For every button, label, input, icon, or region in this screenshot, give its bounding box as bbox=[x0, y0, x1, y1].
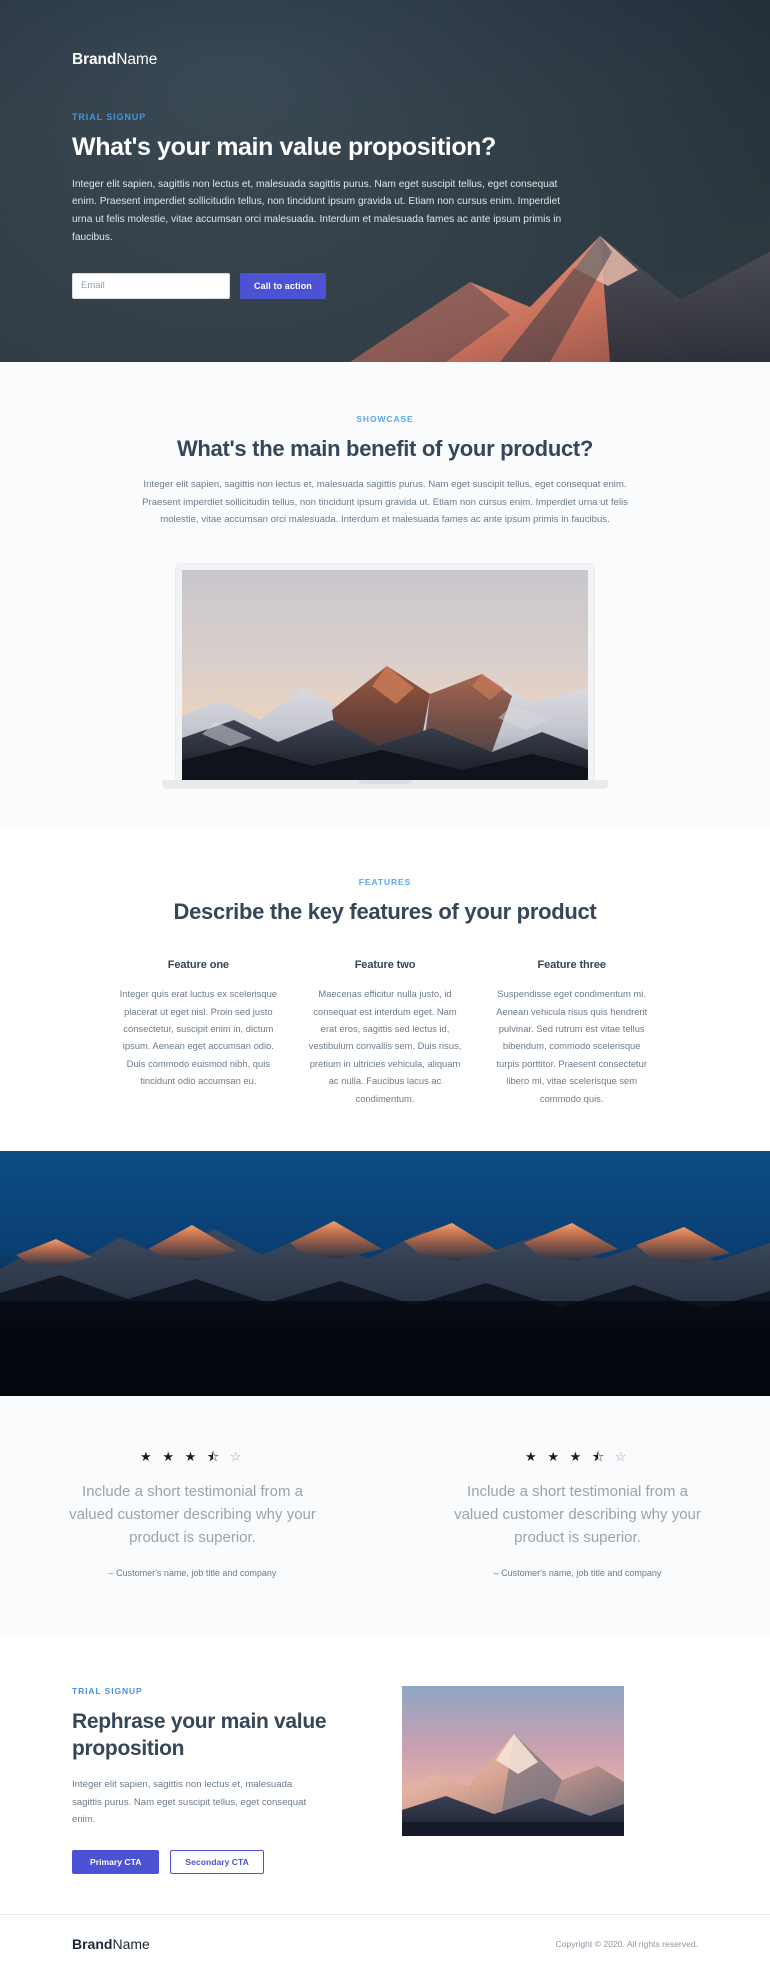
cta-body-text: Integer elit sapien, sagittis non lectus… bbox=[72, 1779, 307, 1825]
testimonial-attribution: – Customer's name, job title and company bbox=[108, 1567, 277, 1578]
cta-text-column: TRIAL SIGNUP Rephrase your main value pr… bbox=[72, 1685, 362, 1875]
page-footer: BrandName Copyright © 2020. All rights r… bbox=[0, 1914, 770, 1977]
feature-body: Maecenas efficitur nulla justo, id conse… bbox=[308, 988, 462, 1104]
copyright-text: Copyright © 2020. All rights reserved. bbox=[555, 1939, 698, 1950]
feature-title: Feature three bbox=[537, 959, 606, 972]
feature-body: Integer quis erat luctus ex scelerisque … bbox=[119, 988, 278, 1087]
footer-brand-light: Name bbox=[112, 1936, 150, 1953]
feature-column-two: Feature two Maecenas efficitur nulla jus… bbox=[292, 959, 479, 1107]
secondary-cta-button[interactable]: Secondary CTA bbox=[170, 1850, 264, 1875]
showcase-eyebrow: SHOWCASE bbox=[356, 414, 414, 424]
feature-column-one: Feature one Integer quis erat luctus ex … bbox=[105, 959, 292, 1107]
cta-mountain-image bbox=[402, 1685, 624, 1836]
footer-brand-logo[interactable]: BrandName bbox=[72, 1937, 150, 1951]
showcase-section: SHOWCASE What's the main benefit of your… bbox=[0, 362, 770, 828]
call-to-action-button[interactable]: Call to action bbox=[240, 272, 326, 299]
laptop-notch bbox=[358, 780, 412, 785]
laptop-screen-image bbox=[182, 570, 588, 781]
testimonial-attribution: – Customer's name, job title and company bbox=[493, 1567, 662, 1578]
hero-eyebrow: TRIAL SIGNUP bbox=[72, 111, 147, 122]
cta-button-group: Primary CTA Secondary CTA bbox=[72, 1850, 362, 1875]
primary-cta-button[interactable]: Primary CTA bbox=[72, 1850, 160, 1875]
hero-signup-form: Call to action bbox=[72, 272, 698, 299]
feature-column-three: Feature three Suspendisse eget condiment… bbox=[478, 959, 665, 1107]
hero-image-band bbox=[0, 1150, 770, 1396]
email-input[interactable] bbox=[72, 272, 230, 299]
hero-heading: What's your main value proposition? bbox=[72, 132, 496, 161]
testimonial-one: ★ ★ ★ ⯪ ☆ Include a short testimonial fr… bbox=[0, 1450, 385, 1578]
landing-page: BrandName TRIAL SIGNUP What's your main … bbox=[0, 0, 770, 1977]
brand-logo-bold: Brand bbox=[72, 51, 117, 68]
feature-title: Feature one bbox=[167, 959, 229, 972]
brand-logo[interactable]: BrandName bbox=[72, 52, 698, 68]
showcase-heading: What's the main benefit of your product? bbox=[176, 436, 594, 461]
hero-section: BrandName TRIAL SIGNUP What's your main … bbox=[0, 0, 770, 362]
showcase-body-text: Integer elit sapien, sagittis non lectus… bbox=[142, 479, 628, 526]
cta-heading: Rephrase your main value proposition bbox=[72, 1709, 327, 1760]
laptop-lid bbox=[175, 563, 595, 781]
testimonials-section: ★ ★ ★ ⯪ ☆ Include a short testimonial fr… bbox=[0, 1395, 770, 1634]
features-grid: Feature one Integer quis erat luctus ex … bbox=[55, 959, 715, 1107]
laptop-mockup bbox=[162, 563, 608, 790]
features-eyebrow: FEATURES bbox=[358, 877, 412, 888]
testimonial-quote: Include a short testimonial from a value… bbox=[454, 1482, 701, 1547]
laptop-base bbox=[162, 780, 608, 790]
footer-brand-bold: Brand bbox=[72, 1936, 113, 1953]
star-rating-icon: ★ ★ ★ ⯪ ☆ bbox=[140, 1448, 245, 1464]
testimonial-quote: Include a short testimonial from a value… bbox=[69, 1482, 316, 1547]
feature-title: Feature two bbox=[354, 959, 416, 972]
hero-content: BrandName TRIAL SIGNUP What's your main … bbox=[0, 0, 770, 299]
features-heading: Describe the key features of your produc… bbox=[173, 899, 597, 925]
hero-body-text: Integer elit sapien, sagittis non lectus… bbox=[72, 178, 562, 244]
star-rating-icon: ★ ★ ★ ⯪ ☆ bbox=[525, 1448, 630, 1464]
bottom-cta-section: TRIAL SIGNUP Rephrase your main value pr… bbox=[0, 1633, 770, 1915]
feature-body: Suspendisse eget condimentum mi. Aenean … bbox=[496, 988, 648, 1104]
brand-logo-light: Name bbox=[116, 51, 158, 68]
testimonial-two: ★ ★ ★ ⯪ ☆ Include a short testimonial fr… bbox=[385, 1450, 770, 1578]
features-section: FEATURES Describe the key features of yo… bbox=[0, 827, 770, 1151]
cta-eyebrow: TRIAL SIGNUP bbox=[72, 1685, 143, 1696]
